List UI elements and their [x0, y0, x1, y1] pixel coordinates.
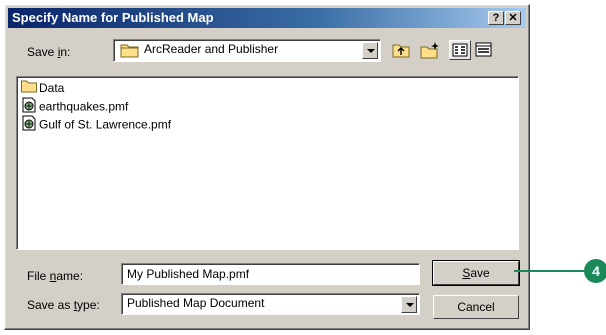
save-as-type-dropdown-arrow[interactable] [401, 296, 417, 313]
close-icon: ✕ [508, 12, 518, 24]
up-one-level-button[interactable] [390, 40, 412, 60]
folder-icon [21, 79, 37, 98]
save-in-dropdown[interactable]: ArcReader and Publisher [113, 39, 381, 62]
save-button[interactable]: Save [432, 260, 520, 286]
up-one-level-icon [390, 44, 412, 63]
create-new-folder-icon [419, 42, 441, 63]
create-new-folder-button[interactable] [419, 40, 441, 60]
list-item[interactable]: Gulf of St. Lawrence.pmf [21, 115, 171, 133]
list-item[interactable]: earthquakes.pmf [21, 97, 128, 115]
list-view-button[interactable] [449, 40, 471, 60]
cancel-button[interactable]: Cancel [433, 295, 519, 319]
help-icon: ? [492, 12, 500, 24]
close-button[interactable]: ✕ [505, 11, 521, 25]
save-in-label: Save in: [27, 45, 71, 59]
file-name-value: My Published Map.pmf [127, 267, 250, 281]
details-view-button[interactable] [473, 40, 495, 60]
list-view-icon [450, 43, 470, 62]
details-view-icon [473, 42, 495, 63]
save-dialog: Specify Name for Published Map ? ✕ Save … [4, 4, 530, 330]
file-list[interactable]: Data earthquakes.pmf Gulf of St. Lawrenc… [16, 76, 519, 250]
file-name-field[interactable]: My Published Map.pmf [121, 263, 420, 285]
folder-icon [120, 42, 140, 61]
title-bar: Specify Name for Published Map ? ✕ [8, 8, 526, 28]
dialog-title: Specify Name for Published Map [12, 10, 214, 25]
save-as-type-value: Published Map Document [127, 296, 265, 310]
step-callout: 4 [584, 259, 606, 283]
callout-line [514, 270, 584, 272]
published-map-file-icon [21, 115, 37, 136]
save-as-type-label: Save as type: [27, 298, 100, 312]
save-as-type-dropdown[interactable]: Published Map Document [121, 293, 420, 315]
chevron-down-icon [367, 49, 375, 53]
save-in-value: ArcReader and Publisher [144, 42, 279, 56]
save-in-dropdown-arrow[interactable] [362, 42, 378, 59]
chevron-down-icon [406, 303, 414, 307]
file-name-label: File name: [27, 269, 84, 283]
help-button[interactable]: ? [488, 11, 504, 25]
list-item[interactable]: Data [21, 79, 64, 97]
